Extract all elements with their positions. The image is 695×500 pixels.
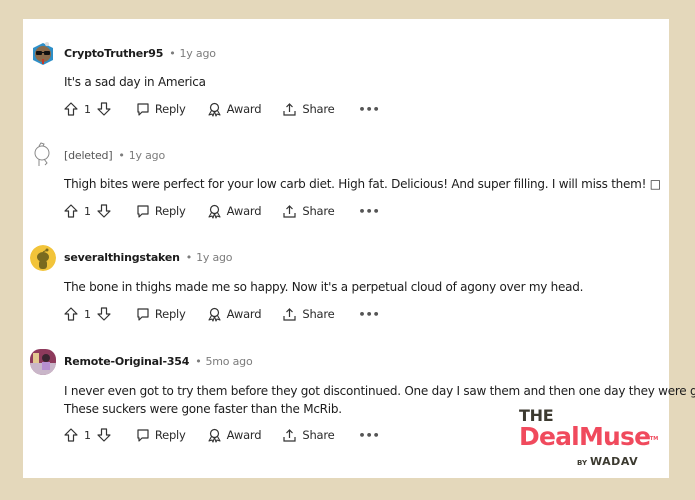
- award-button[interactable]: Award: [207, 204, 262, 219]
- downvote-icon[interactable]: [97, 204, 111, 218]
- reply-label: Reply: [154, 307, 186, 321]
- reply-button[interactable]: Reply: [136, 204, 186, 218]
- comment-bubble-icon: [137, 103, 149, 116]
- vote-count: 1: [84, 102, 91, 116]
- separator: •: [185, 251, 193, 264]
- upvote-icon[interactable]: [64, 204, 78, 218]
- yellow-snoo-avatar-icon: [30, 245, 56, 271]
- award-icon: [208, 102, 221, 117]
- vote-group: 1: [64, 428, 111, 442]
- award-button[interactable]: Award: [207, 102, 262, 117]
- comment-bubble-icon: [137, 429, 149, 442]
- logo-trademark: TM: [649, 436, 659, 442]
- reply-button[interactable]: Reply: [136, 428, 186, 442]
- comment-body: Thigh bites were perfect for your low ca…: [64, 175, 661, 193]
- downvote-icon[interactable]: [97, 102, 111, 116]
- share-label: Share: [302, 204, 335, 218]
- more-options-button[interactable]: •••: [359, 103, 380, 116]
- upvote-icon[interactable]: [64, 102, 78, 116]
- share-button[interactable]: Share: [282, 428, 335, 443]
- upvote-icon[interactable]: [64, 307, 78, 321]
- comments-card: CryptoTruther95 • 1y ago It's a sad day in…: [23, 19, 695, 478]
- cartoon-photo-avatar-icon: [30, 349, 56, 375]
- comment-meta: Remote-Original-354 • 5mo ago: [64, 355, 253, 368]
- more-options-button[interactable]: •••: [359, 205, 380, 218]
- avatar[interactable]: [30, 41, 56, 67]
- comment-text-line: The bone in thighs made me so happy. Now…: [64, 280, 584, 294]
- award-button[interactable]: Award: [207, 307, 262, 322]
- downvote-icon[interactable]: [97, 428, 111, 442]
- username: [deleted]: [64, 149, 113, 162]
- more-options-button[interactable]: •••: [359, 308, 380, 321]
- comment-meta: CryptoTruther95 • 1y ago: [64, 47, 216, 60]
- separator: •: [118, 149, 125, 162]
- vote-count: 1: [84, 204, 91, 218]
- share-label: Share: [302, 102, 335, 116]
- vote-group: 1: [64, 204, 111, 218]
- reply-button[interactable]: Reply: [136, 102, 186, 116]
- timestamp[interactable]: 1y ago: [180, 47, 216, 60]
- vote-count: 1: [84, 307, 91, 321]
- award-icon: [208, 204, 221, 219]
- reply-label: Reply: [154, 428, 186, 442]
- timestamp[interactable]: 1y ago: [129, 149, 165, 162]
- username[interactable]: severalthingstaken: [64, 251, 180, 264]
- vote-group: 1: [64, 307, 111, 321]
- avatar[interactable]: [30, 141, 56, 167]
- share-icon: [283, 204, 296, 218]
- share-icon: [283, 102, 296, 116]
- downvote-icon[interactable]: [97, 307, 111, 321]
- logo-name: DealMuse: [519, 422, 651, 451]
- comment-body: It's a sad day in America: [64, 73, 206, 91]
- separator: •: [169, 47, 176, 60]
- avatar[interactable]: [30, 245, 56, 271]
- award-label: Award: [226, 102, 262, 116]
- award-label: Award: [226, 307, 262, 321]
- vote-count: 1: [84, 428, 91, 442]
- award-label: Award: [226, 204, 262, 218]
- username[interactable]: CryptoTruther95: [64, 47, 163, 60]
- award-icon: [208, 428, 221, 443]
- separator: •: [195, 355, 202, 368]
- logo-brand: WADAV: [590, 455, 639, 468]
- reply-label: Reply: [154, 102, 186, 116]
- vote-group: 1: [64, 102, 111, 116]
- comment-text-line: I never even got to try them before they…: [64, 384, 695, 398]
- comment-actions: 1 Reply Award Share •••: [64, 99, 380, 119]
- comment-bubble-icon: [137, 205, 149, 218]
- avatar[interactable]: [30, 349, 56, 375]
- award-label: Award: [226, 428, 262, 442]
- reply-button[interactable]: Reply: [136, 307, 186, 321]
- share-icon: [283, 307, 296, 321]
- comment-text-line: It's a sad day in America: [64, 75, 206, 89]
- reply-label: Reply: [154, 204, 186, 218]
- award-icon: [208, 307, 221, 322]
- comment-actions: 1 Reply Award Share •••: [64, 304, 380, 324]
- comment-text-line: Thigh bites were perfect for your low ca…: [64, 177, 661, 191]
- timestamp[interactable]: 5mo ago: [205, 355, 252, 368]
- share-button[interactable]: Share: [282, 102, 335, 117]
- comment-actions: 1 Reply Award Share •••: [64, 425, 380, 445]
- timestamp[interactable]: 1y ago: [196, 251, 232, 264]
- logo-byline: BY WADAV: [519, 450, 649, 469]
- deleted-snoo-avatar-icon: [34, 142, 50, 166]
- share-icon: [283, 428, 296, 442]
- dealmuse-logo: THE DealMuse TM BY WADAV: [519, 408, 658, 469]
- share-button[interactable]: Share: [282, 204, 335, 219]
- logo-dealmuse: DealMuse TM: [519, 422, 658, 451]
- comment-actions: 1 Reply Award Share •••: [64, 201, 380, 221]
- award-button[interactable]: Award: [207, 428, 262, 443]
- comment-body: The bone in thighs made me so happy. Now…: [64, 278, 583, 296]
- share-button[interactable]: Share: [282, 307, 335, 322]
- logo-by: BY: [577, 459, 588, 467]
- share-label: Share: [302, 307, 335, 321]
- sunglasses-snoo-avatar-icon: [33, 42, 53, 65]
- comment-meta: [deleted] • 1y ago: [64, 149, 165, 162]
- username[interactable]: Remote-Original-354: [64, 355, 189, 368]
- share-label: Share: [302, 428, 335, 442]
- comment-bubble-icon: [137, 308, 149, 321]
- comment-meta: severalthingstaken • 1y ago: [64, 251, 233, 264]
- upvote-icon[interactable]: [64, 428, 78, 442]
- more-options-button[interactable]: •••: [359, 429, 380, 442]
